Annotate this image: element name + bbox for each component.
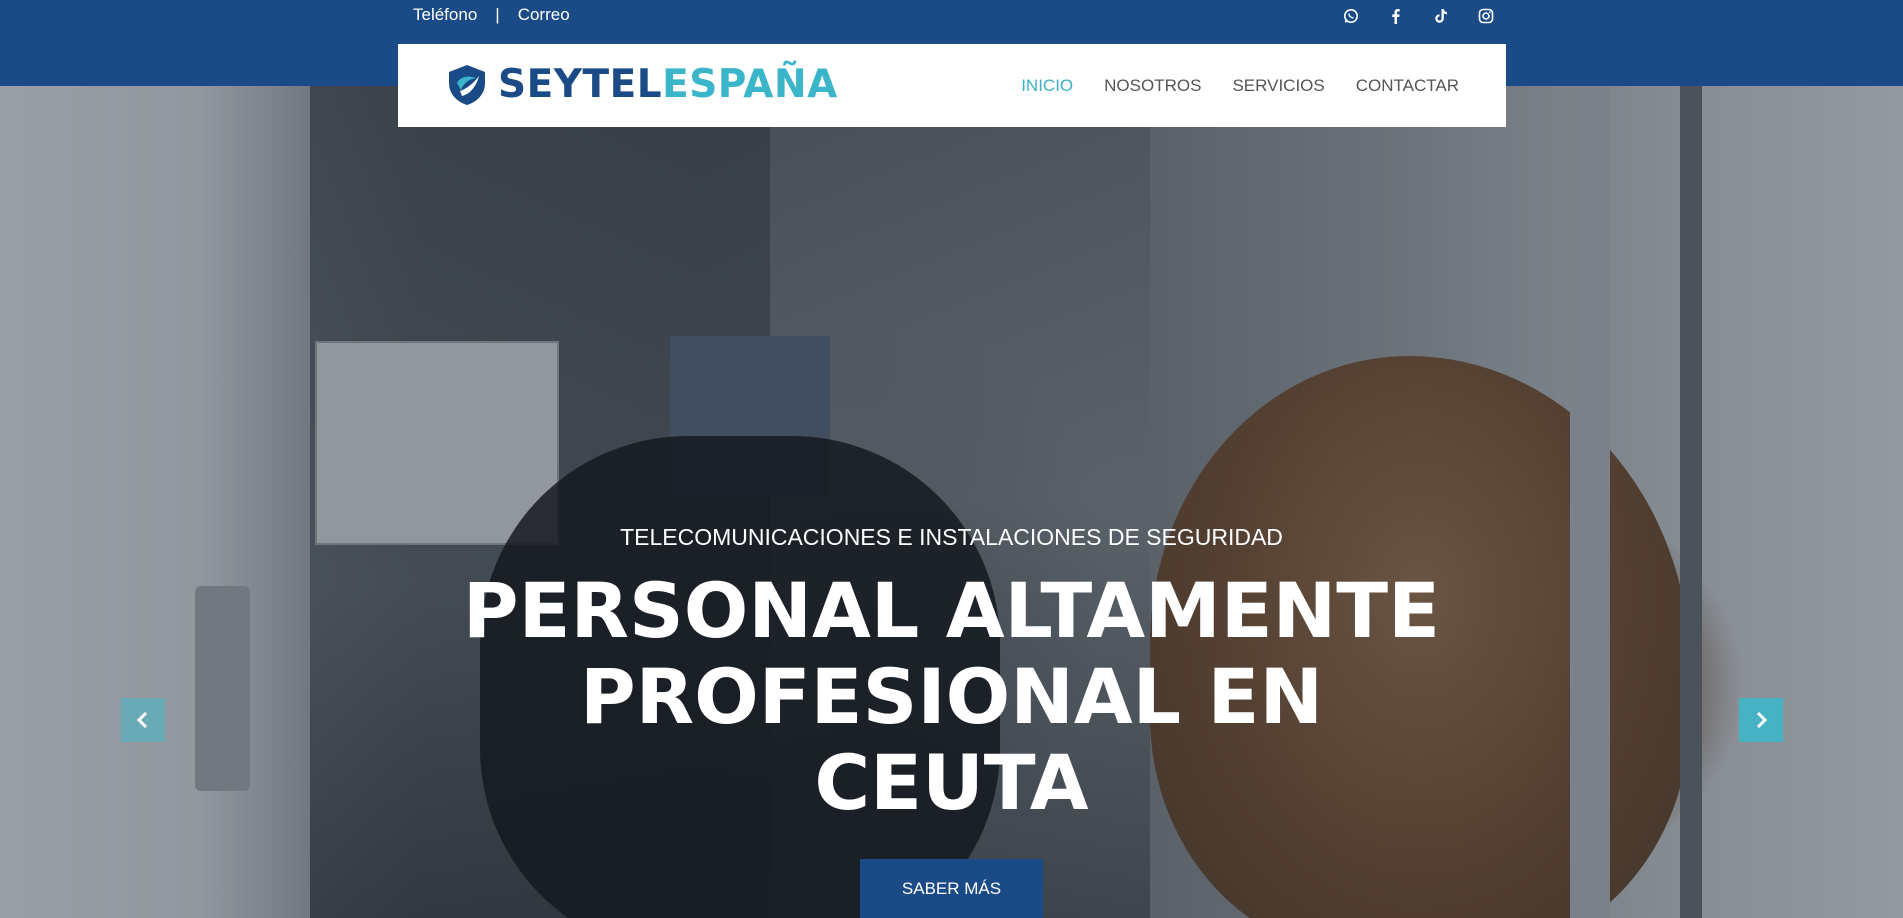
nav-item-servicios[interactable]: SERVICIOS bbox=[1232, 76, 1324, 96]
chevron-left-icon bbox=[136, 711, 148, 729]
chevron-right-icon bbox=[1756, 711, 1768, 729]
hero-title-line: PERSONAL ALTAMENTE bbox=[462, 566, 1441, 655]
nav-item-nosotros[interactable]: NOSOTROS bbox=[1104, 76, 1201, 96]
hero-title: PERSONAL ALTAMENTE PROFESIONAL EN CEUTA bbox=[0, 568, 1903, 826]
whatsapp-icon[interactable] bbox=[1341, 6, 1361, 26]
main-header: SEYTELESPAÑA INICIO NOSOTROS SERVICIOS C… bbox=[398, 44, 1506, 127]
separator: | bbox=[495, 5, 500, 24]
logo-text-part1: SEYTEL bbox=[498, 62, 663, 107]
slider-prev-button[interactable] bbox=[121, 698, 165, 742]
email-link[interactable]: Correo bbox=[518, 5, 570, 25]
facebook-icon[interactable] bbox=[1386, 6, 1406, 26]
phone-link[interactable]: Teléfono bbox=[413, 5, 477, 25]
nav-item-inicio[interactable]: INICIO bbox=[1021, 76, 1073, 96]
instagram-icon[interactable] bbox=[1476, 6, 1496, 26]
logo-text-part2: ESPAÑA bbox=[662, 62, 838, 107]
logo-text: SEYTELESPAÑA bbox=[498, 62, 838, 107]
slider-next-button[interactable] bbox=[1739, 698, 1783, 742]
hero-title-line: PROFESIONAL EN bbox=[579, 652, 1324, 741]
shield-logo-icon bbox=[449, 64, 485, 105]
hero-title-line: CEUTA bbox=[814, 738, 1089, 827]
social-links bbox=[1341, 6, 1496, 26]
saber-mas-button[interactable]: SABER MÁS bbox=[860, 859, 1043, 918]
contact-links: Teléfono | Correo bbox=[413, 5, 570, 25]
main-nav: INICIO NOSOTROS SERVICIOS CONTACTAR bbox=[1021, 76, 1459, 96]
site-logo[interactable]: SEYTELESPAÑA bbox=[446, 62, 838, 107]
hero-subtitle: TELECOMUNICACIONES E INSTALACIONES DE SE… bbox=[620, 524, 1283, 550]
nav-item-contactar[interactable]: CONTACTAR bbox=[1356, 76, 1459, 96]
tiktok-icon[interactable] bbox=[1431, 6, 1451, 26]
